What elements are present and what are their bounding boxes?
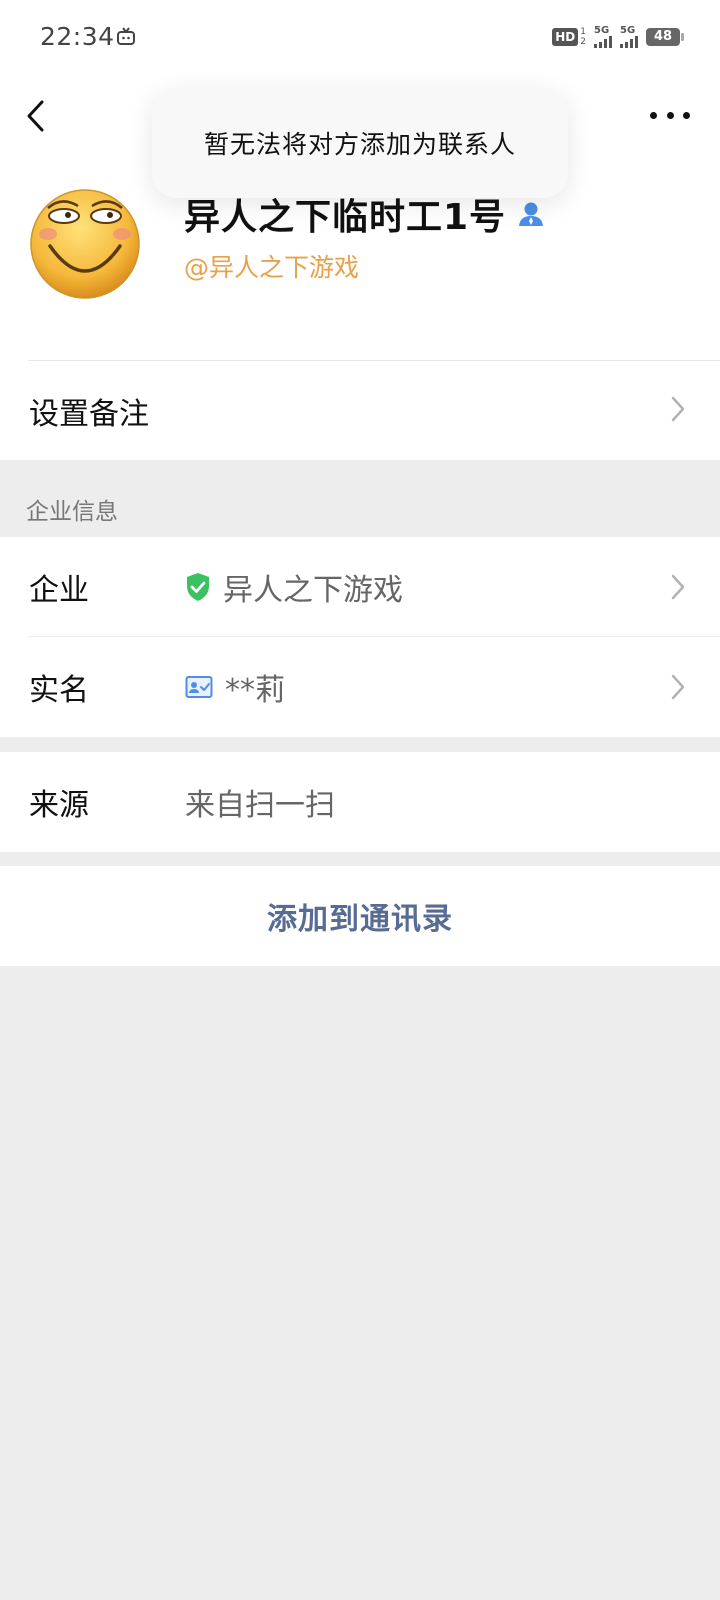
realname-row[interactable]: 实名 **莉	[0, 637, 720, 737]
back-button[interactable]	[22, 96, 52, 136]
realname-value-group: **莉	[185, 637, 285, 737]
status-icons: HD 1 2 5G 5G 48	[552, 26, 684, 48]
battery-icon: 48	[646, 28, 684, 46]
avatar[interactable]	[28, 186, 142, 300]
source-row: 来源 来自扫一扫	[0, 752, 720, 852]
hd-sub-bottom: 2	[580, 37, 586, 47]
status-time: 22:34	[40, 22, 115, 51]
signal-1-icon: 5G	[594, 26, 612, 48]
source-value: 来自扫一扫	[185, 788, 335, 823]
network-1-label: 5G	[594, 25, 610, 36]
hd-badge: HD	[552, 28, 579, 46]
id-card-icon	[185, 676, 213, 698]
section-title-enterprise: 企业信息	[26, 499, 118, 525]
chevron-right-icon	[671, 674, 685, 700]
chevron-right-icon	[671, 574, 685, 600]
network-2-label: 5G	[620, 25, 636, 36]
company-value-group: 异人之下游戏	[185, 537, 403, 637]
tv-icon	[117, 27, 135, 45]
set-remark-label: 设置备注	[29, 396, 149, 432]
chevron-right-icon	[671, 396, 685, 422]
add-to-contacts-button[interactable]: 添加到通讯录	[0, 866, 720, 966]
realname-value: **莉	[225, 673, 285, 708]
add-to-contacts-label: 添加到通讯录	[267, 902, 453, 937]
signal-2-icon: 5G	[620, 26, 638, 48]
more-button[interactable]	[650, 100, 690, 130]
company-row[interactable]: 企业 异人之下游戏	[0, 537, 720, 637]
hd-sub: 1 2	[580, 27, 586, 47]
toast-message: 暂无法将对方添加为联系人	[152, 88, 568, 198]
set-remark-row[interactable]: 设置备注	[0, 361, 720, 460]
hd-sub-top: 1	[580, 27, 586, 37]
realname-label: 实名	[29, 673, 89, 708]
source-label: 来源	[29, 788, 89, 823]
profile-handle: @异人之下游戏	[184, 253, 360, 282]
verified-shield-icon	[187, 573, 209, 601]
more-dots-icon	[650, 111, 657, 119]
person-icon	[519, 202, 544, 226]
company-value: 异人之下游戏	[223, 573, 403, 608]
company-label: 企业	[29, 573, 89, 608]
